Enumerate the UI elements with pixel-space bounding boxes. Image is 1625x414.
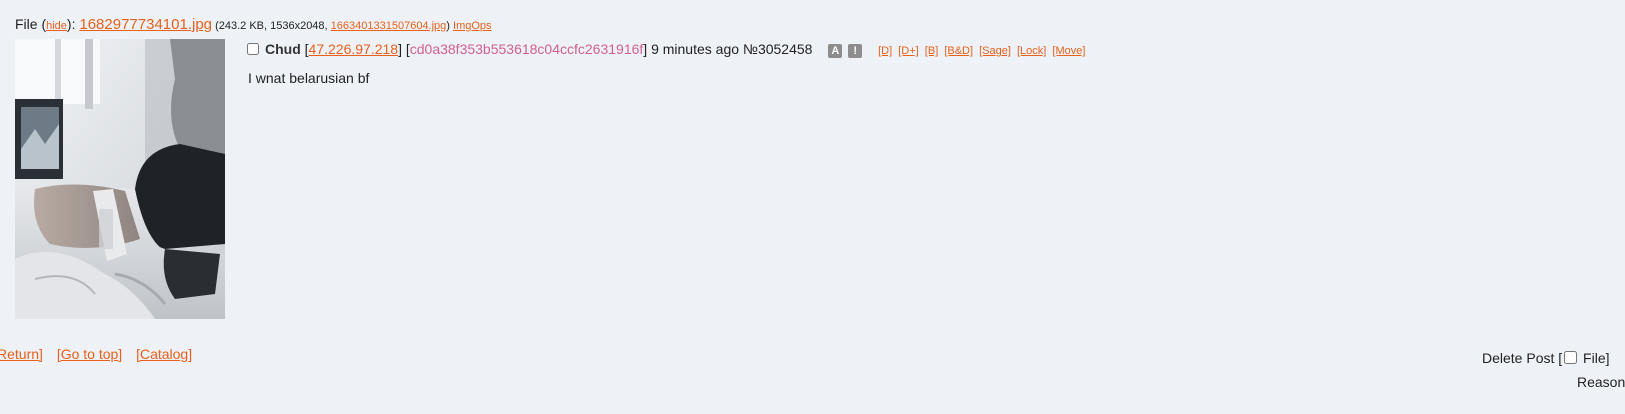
mod-ban-link[interactable]: [B] [925, 45, 938, 57]
mod-ban-delete-link[interactable]: [B&D] [944, 45, 973, 57]
catalog-link[interactable]: [Catalog] [136, 346, 192, 362]
file-info: File (hide): 1682977734101.jpg (243.2 KB… [15, 16, 492, 33]
ip-address-link[interactable]: 47.226.97.218 [309, 41, 399, 57]
file-prefix: File ( [15, 16, 47, 32]
thread-nav: Return] [Go to top] [Catalog] [0, 346, 202, 362]
return-link[interactable]: Return] [0, 346, 43, 362]
file-name-link[interactable]: 1682977734101.jpg [79, 16, 212, 33]
mod-move-link[interactable]: [Move] [1052, 45, 1085, 57]
post-thumbnail[interactable] [15, 39, 225, 319]
post-comment: I wnat belarusian bf [248, 70, 370, 86]
reason-label: Reason [1577, 374, 1625, 390]
top-banner-fragment [0, 0, 1625, 2]
mod-delete-all-link[interactable]: [D+] [898, 45, 918, 57]
hide-file-link[interactable]: hide [46, 20, 67, 32]
file-meta: (243.2 KB, 1536x2048, 1663401331507604.j… [212, 20, 492, 32]
post-header: Chud [47.226.97.218] [cd0a38f353b553618c… [246, 41, 1088, 58]
poster-name: Chud [265, 41, 301, 57]
delete-file-only-checkbox[interactable] [1564, 351, 1578, 364]
delete-post-controls: Delete Post [ File] [1482, 350, 1610, 366]
mod-sage-link[interactable]: [Sage] [979, 45, 1011, 57]
post-select-checkbox[interactable] [247, 43, 259, 55]
original-filename-link[interactable]: 1663401331507604.jpg [331, 20, 447, 32]
go-to-top-link[interactable]: [Go to top] [57, 346, 122, 362]
poster-hash: cd0a38f353b553618c04ccfc2631916f [409, 41, 644, 57]
thumbnail-image [15, 39, 225, 319]
imgops-link[interactable]: ImgOps [453, 20, 492, 32]
ip-bracket-open: [ [300, 41, 309, 57]
file-meta-size: (243.2 KB, 1536x2048, [212, 20, 331, 32]
report-warning-icon[interactable]: ! [848, 44, 863, 58]
file-after-hide: ): [66, 16, 80, 32]
delete-post-label: Delete Post [ [1482, 350, 1563, 366]
archive-badge-icon[interactable]: A [828, 44, 843, 58]
hash-bracket-open: [ [401, 41, 410, 57]
post-number-link[interactable]: №3052458 [743, 41, 813, 57]
delete-file-label: File] [1579, 350, 1610, 366]
mod-lock-link[interactable]: [Lock] [1017, 45, 1046, 57]
post-time: 9 minutes ago [647, 41, 743, 57]
mod-delete-link[interactable]: [D] [878, 45, 892, 57]
mod-actions: [D] [D+] [B] [B&D] [Sage] [Lock] [Move] [878, 45, 1088, 57]
